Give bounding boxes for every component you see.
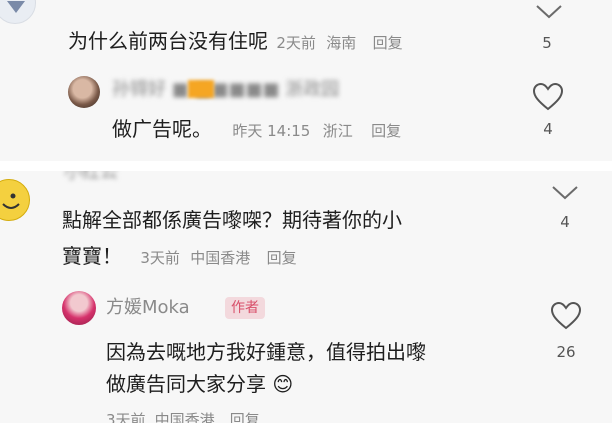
comment-text: 因為去嘅地方我好鍾意，值得拍出嚟 <box>106 340 426 364</box>
smile-emoji: 😊 <box>272 372 294 396</box>
comment-location: 海南 <box>326 34 357 52</box>
avatar[interactable] <box>0 179 30 221</box>
reply-button[interactable]: 回复 <box>267 249 297 267</box>
comment-time: 3天前 <box>106 411 146 423</box>
comment-thread-2: 小红公 點解全部都係廣告嚟㗎？期待著你的小 寶寶！ 3天前 中国香港 回复 4 … <box>0 171 612 423</box>
comment-text-line2: 寶寶！ 3天前 中国香港 回复 <box>62 244 297 268</box>
comment-time: 3天前 <box>140 249 180 267</box>
comment-time: 昨天 14:15 <box>232 122 311 140</box>
heart-icon[interactable] <box>550 301 582 331</box>
avatar[interactable] <box>62 291 96 325</box>
like-count: 5 <box>542 34 552 52</box>
author-name[interactable]: 方媛Moka <box>106 296 190 320</box>
reply-button[interactable]: 回复 <box>371 122 401 140</box>
like-count: 4 <box>543 120 553 138</box>
comment-text: 點解全部都係廣告嚟㗎？期待著你的小 <box>62 208 402 232</box>
comment-thread-1: 为什么前两台没有住呢 2天前 海南 回复 5 孙锝好 ■ ■■■■■ 浙政园 做… <box>0 0 612 161</box>
avatar[interactable] <box>68 76 100 108</box>
username[interactable]: 小红公 <box>64 171 118 185</box>
comment-time: 2天前 <box>276 34 316 52</box>
separator <box>0 161 612 171</box>
reply-button[interactable]: 回复 <box>230 411 260 423</box>
comment-location: 中国香港 <box>190 249 251 267</box>
comment-location: 中国香港 <box>154 411 215 423</box>
orange-badge <box>188 80 214 98</box>
comment-text: 做广告呢。 昨天 14:15 浙江 回复 <box>112 117 402 141</box>
smiley-icon <box>2 193 20 209</box>
username[interactable]: 孙锝好 ■ ■■■■■ 浙政园 <box>112 78 339 102</box>
like-count: 4 <box>560 213 570 231</box>
comment-text: 为什么前两台没有住呢 2天前 海南 回复 <box>68 29 403 53</box>
reply-button[interactable]: 回复 <box>373 34 403 52</box>
comment-location: 浙江 <box>322 122 353 140</box>
diamond-icon <box>7 1 25 13</box>
chevron-down-icon[interactable] <box>534 0 564 22</box>
comment-text-line2: 做廣告同大家分享 😊 <box>106 372 294 396</box>
comment-meta-row: 3天前 中国香港 回复 <box>106 409 260 423</box>
author-badge: 作者 <box>225 297 265 319</box>
like-count: 26 <box>556 343 576 361</box>
heart-icon[interactable] <box>532 82 564 112</box>
chevron-down-icon[interactable] <box>550 181 580 203</box>
avatar[interactable] <box>0 0 36 24</box>
